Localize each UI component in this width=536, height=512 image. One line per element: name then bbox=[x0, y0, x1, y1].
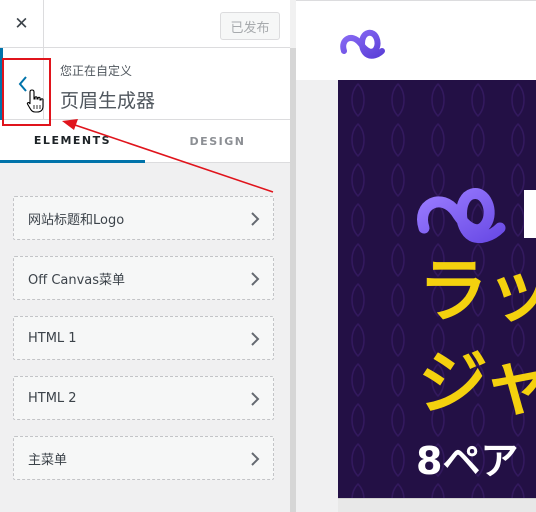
banner-subheadline: 8ペア bbox=[416, 439, 519, 483]
banner-headline-2: ジャ bbox=[418, 342, 536, 424]
chevron-right-icon bbox=[251, 212, 260, 226]
builder-tabs: ELEMENTS DESIGN bbox=[0, 120, 290, 163]
element-item-label: 主菜单 bbox=[28, 452, 68, 468]
publish-button[interactable]: 已发布 bbox=[220, 12, 280, 40]
preview-horizontal-scrollbar[interactable] bbox=[338, 498, 536, 512]
preview-header bbox=[296, 1, 536, 80]
element-item-site-title-logo[interactable]: 网站标题和Logo bbox=[13, 196, 274, 240]
preview-body: ラッ ジャ 8ペア bbox=[296, 80, 536, 512]
chevron-right-icon bbox=[251, 452, 260, 466]
chevron-right-icon bbox=[251, 332, 260, 346]
section-title: 页眉生成器 bbox=[60, 90, 156, 112]
chevron-right-icon bbox=[251, 272, 260, 286]
element-item-label: Off Canvas菜单 bbox=[28, 272, 126, 288]
site-preview: ラッ ジャ 8ペア bbox=[296, 0, 536, 512]
customizer-sidebar: ✕ 已发布 您正在自定义 页眉生成器 ELEMENTS DESIGN 网站标题和… bbox=[0, 0, 290, 512]
site-logo-icon[interactable] bbox=[338, 25, 388, 61]
banner-text-fragment bbox=[524, 190, 536, 238]
element-item-off-canvas-menu[interactable]: Off Canvas菜单 bbox=[13, 256, 274, 300]
tab-design[interactable]: DESIGN bbox=[145, 120, 290, 163]
element-item-html-2[interactable]: HTML 2 bbox=[13, 376, 274, 420]
banner-logo-icon bbox=[417, 188, 506, 244]
banner-headline-1: ラッ bbox=[418, 250, 536, 332]
element-item-label: HTML 1 bbox=[28, 330, 77, 346]
customizer-topbar: ✕ 已发布 bbox=[0, 0, 290, 48]
close-icon: ✕ bbox=[14, 14, 29, 34]
hand-pointer-cursor-icon bbox=[26, 89, 44, 113]
element-item-html-1[interactable]: HTML 1 bbox=[13, 316, 274, 360]
element-item-main-menu[interactable]: 主菜单 bbox=[13, 436, 274, 480]
section-subtitle: 您正在自定义 bbox=[60, 64, 133, 78]
chevron-right-icon bbox=[251, 392, 260, 406]
close-button[interactable]: ✕ bbox=[0, 0, 44, 48]
element-item-label: 网站标题和Logo bbox=[28, 212, 125, 228]
tab-elements[interactable]: ELEMENTS bbox=[0, 120, 145, 163]
element-item-label: HTML 2 bbox=[28, 390, 77, 406]
hero-banner: ラッ ジャ 8ペア bbox=[338, 80, 536, 498]
